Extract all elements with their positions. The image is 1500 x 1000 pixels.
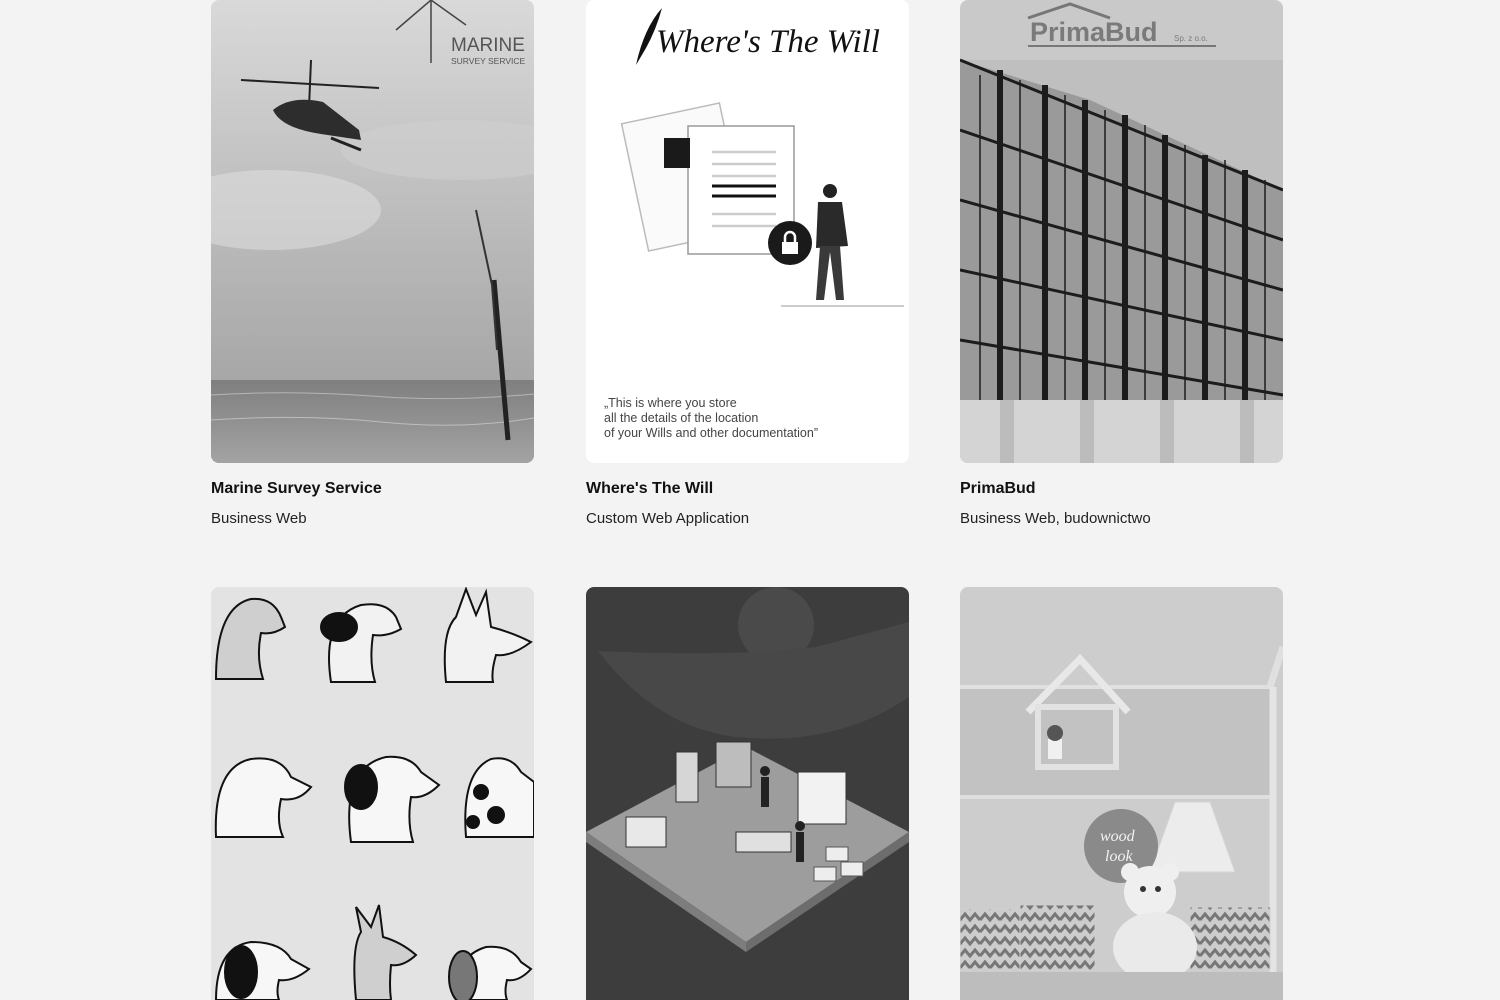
dogs-illustration xyxy=(211,587,534,1000)
primabud-building-photo: PrimaBud Sp. z o.o. xyxy=(960,0,1283,463)
card-category: Business Web, budownictwo xyxy=(960,510,1151,527)
woodlook-thumbnail[interactable]: wood look xyxy=(960,587,1283,1000)
woodlook-photo: wood look xyxy=(960,587,1283,1000)
svg-text:PrimaBud: PrimaBud xyxy=(1030,17,1158,47)
card-category: Custom Web Application xyxy=(586,510,750,527)
svg-text:MARINE: MARINE xyxy=(451,35,525,56)
svg-text:„This is where you store: „This is where you store xyxy=(604,396,737,410)
card-title[interactable]: Marine Survey Service xyxy=(211,480,382,498)
wheres-the-will-thumbnail[interactable]: Where's The Will „This is where you stor… xyxy=(586,0,909,463)
factory-thumbnail[interactable] xyxy=(586,587,909,1000)
wheres-the-will-illustration: Where's The Will „This is where you stor… xyxy=(586,0,909,463)
svg-text:Where's The Will: Where's The Will xyxy=(656,24,880,60)
marine-thumbnail[interactable]: MARINE SURVEY SERVICE xyxy=(211,0,534,463)
svg-text:Sp. z o.o.: Sp. z o.o. xyxy=(1174,34,1208,43)
svg-text:SURVEY SERVICE: SURVEY SERVICE xyxy=(451,56,526,66)
card-title[interactable]: PrimaBud xyxy=(960,480,1036,498)
svg-text:all the details of the locatio: all the details of the location xyxy=(604,411,758,425)
svg-text:of your Wills and other docume: of your Wills and other documentation” xyxy=(604,426,818,440)
documents-icon xyxy=(620,102,795,255)
dogs-thumbnail[interactable] xyxy=(211,587,534,1000)
marine-photo: MARINE SURVEY SERVICE xyxy=(211,0,534,463)
primabud-thumbnail[interactable]: PrimaBud Sp. z o.o. xyxy=(960,0,1283,463)
card-title[interactable]: Where's The Will xyxy=(586,480,713,498)
svg-text:look: look xyxy=(1105,848,1133,865)
lock-icon xyxy=(768,221,812,265)
svg-text:wood: wood xyxy=(1100,828,1136,845)
factory-illustration xyxy=(586,587,909,1000)
card-category: Business Web xyxy=(211,510,307,527)
